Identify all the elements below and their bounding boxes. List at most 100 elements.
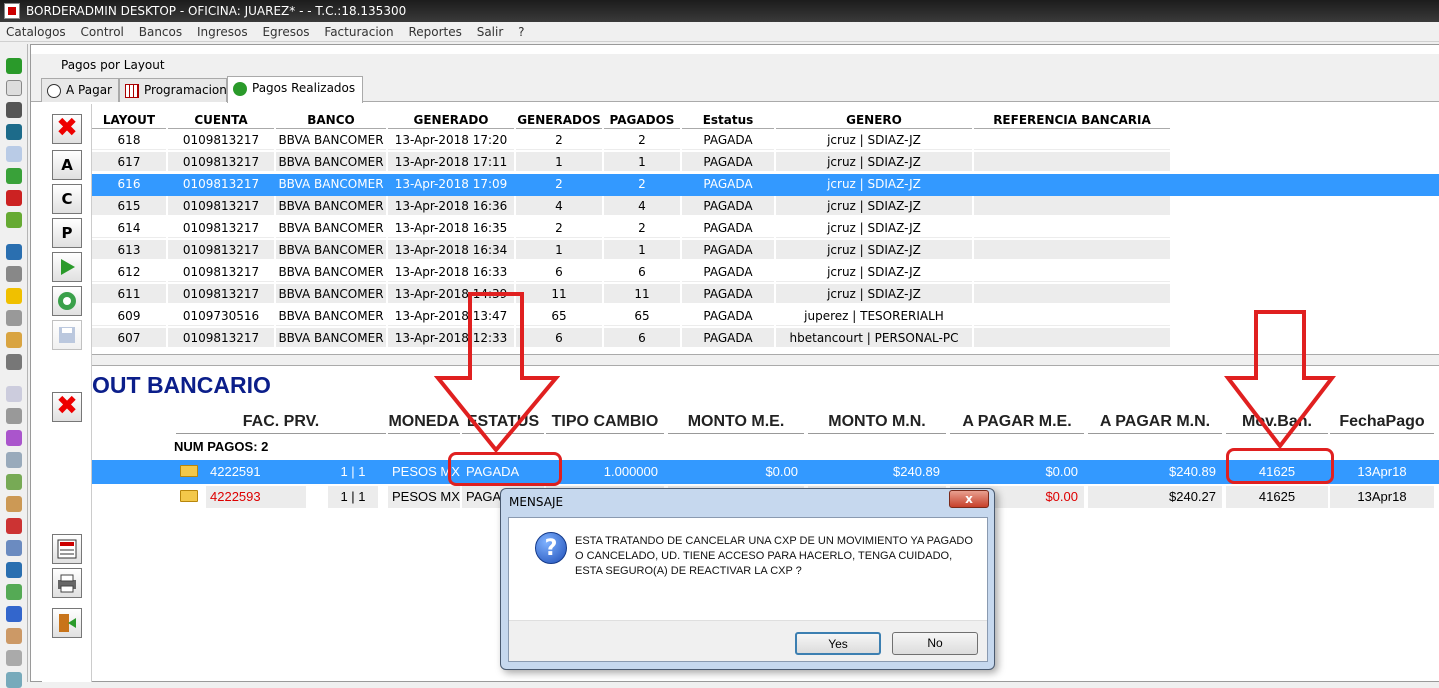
col-header-pagados[interactable]: PAGADOS bbox=[604, 111, 680, 129]
cube-icon[interactable] bbox=[6, 606, 22, 622]
report-icon[interactable] bbox=[6, 212, 22, 228]
printer-icon[interactable] bbox=[6, 650, 22, 666]
cell-generado: 13-Apr-2018 17:09 bbox=[388, 174, 514, 194]
cell-pagados: 6 bbox=[604, 328, 680, 348]
menu-control[interactable]: Control bbox=[75, 22, 129, 39]
yes-button[interactable]: Yes bbox=[795, 632, 881, 655]
chart-icon[interactable] bbox=[6, 244, 22, 260]
cell-moneda: PESOS MX bbox=[388, 486, 460, 508]
table-row[interactable]: 611 0109813217 BBVA BANCOMER 13-Apr-2018 14… bbox=[92, 284, 1439, 306]
col-header-referencia[interactable]: REFERENCIA BANCARIA bbox=[974, 111, 1170, 129]
app-icon bbox=[4, 3, 20, 19]
cell-movban: 41625 bbox=[1226, 486, 1328, 508]
col-header-generados[interactable]: GENERADOS bbox=[516, 111, 602, 129]
col-header-fac-prv[interactable]: FAC. PRV. bbox=[176, 410, 386, 434]
cell-generado: 13-Apr-2018 16:35 bbox=[388, 218, 514, 238]
delete-payment-button[interactable]: ✖ bbox=[52, 392, 82, 422]
cell-generado: 13-Apr-2018 14:39 bbox=[388, 284, 514, 304]
col-header-apagar-me[interactable]: A PAGAR M.E. bbox=[950, 410, 1084, 434]
menu-facturacion[interactable]: Facturacion bbox=[318, 22, 398, 39]
tab-strip: A Pagar Programacion Pagos Realizados bbox=[31, 76, 1439, 103]
exit-button[interactable] bbox=[52, 608, 82, 638]
tab-pagos-realizados[interactable]: Pagos Realizados bbox=[227, 76, 363, 103]
gear-icon[interactable] bbox=[6, 474, 22, 490]
dialog-close-button[interactable]: x bbox=[949, 490, 989, 508]
folder-icon[interactable] bbox=[6, 430, 22, 446]
splitter[interactable] bbox=[92, 354, 1439, 366]
refresh-button[interactable] bbox=[52, 286, 82, 316]
col-header-monto-me[interactable]: MONTO M.E. bbox=[668, 410, 804, 434]
col-header-monto-mn[interactable]: MONTO M.N. bbox=[808, 410, 946, 434]
tab-programacion[interactable]: Programacion bbox=[119, 78, 227, 102]
box-icon[interactable] bbox=[6, 332, 22, 348]
list-icon[interactable] bbox=[6, 540, 22, 556]
col-header-layout[interactable]: LAYOUT bbox=[92, 111, 166, 129]
cell-layout: 615 bbox=[92, 196, 166, 216]
table-row[interactable]: 613 0109813217 BBVA BANCOMER 13-Apr-2018 16… bbox=[92, 240, 1439, 262]
grid-icon[interactable] bbox=[6, 518, 22, 534]
menu-reportes[interactable]: Reportes bbox=[402, 22, 466, 39]
col-header-estatus[interactable]: ESTATUS bbox=[462, 410, 544, 434]
table-row[interactable]: 615 0109813217 BBVA BANCOMER 13-Apr-2018 16… bbox=[92, 196, 1439, 218]
chart2-icon[interactable] bbox=[6, 562, 22, 578]
formula-icon[interactable] bbox=[6, 80, 22, 96]
lock-icon[interactable] bbox=[6, 496, 22, 512]
menu-ingresos[interactable]: Ingresos bbox=[191, 22, 253, 39]
table-row[interactable]: 618 0109813217 BBVA BANCOMER 13-Apr-2018 17… bbox=[92, 130, 1439, 152]
user-icon[interactable] bbox=[6, 102, 22, 118]
a-button[interactable]: A bbox=[52, 150, 82, 180]
money-icon[interactable] bbox=[6, 58, 22, 74]
tab-a-pagar[interactable]: A Pagar bbox=[41, 78, 119, 102]
table-row[interactable]: 616 0109813217 BBVA BANCOMER 13-Apr-2018 17… bbox=[92, 174, 1439, 196]
save-button[interactable] bbox=[52, 320, 82, 350]
menu-help[interactable]: ? bbox=[512, 22, 529, 39]
delete-layout-button[interactable]: ✖ bbox=[52, 114, 82, 144]
no-button[interactable]: No bbox=[892, 632, 978, 655]
cell-apagar_mn: $240.27 bbox=[1088, 486, 1222, 508]
calc-icon[interactable] bbox=[6, 584, 22, 600]
table-row[interactable]: 617 0109813217 BBVA BANCOMER 13-Apr-2018 17… bbox=[92, 152, 1439, 174]
cell-estatus: PAGADA bbox=[682, 196, 774, 216]
scanner-icon[interactable] bbox=[6, 672, 22, 688]
document-icon[interactable] bbox=[6, 146, 22, 162]
col-header-apagar-mn[interactable]: A PAGAR M.N. bbox=[1088, 410, 1222, 434]
table-row[interactable]: 4222591 1 | 1 PESOS MX PAGADA 1.000000 $0.00 $… bbox=[92, 460, 1439, 484]
database-icon[interactable] bbox=[6, 408, 22, 424]
col-header-genero[interactable]: GENERO bbox=[776, 111, 972, 129]
col-header-banco[interactable]: BANCO bbox=[276, 111, 386, 129]
col-header-estatus[interactable]: Estatus bbox=[682, 111, 774, 129]
package-icon[interactable] bbox=[6, 628, 22, 644]
folder-icon[interactable] bbox=[180, 490, 198, 502]
truck-icon[interactable] bbox=[6, 354, 22, 370]
table-row[interactable]: 607 0109813217 BBVA BANCOMER 13-Apr-2018 12… bbox=[92, 328, 1439, 350]
col-header-fechapago[interactable]: FechaPago bbox=[1330, 410, 1434, 434]
p-button[interactable]: P bbox=[52, 218, 82, 248]
c-button[interactable]: C bbox=[52, 184, 82, 214]
menu-salir[interactable]: Salir bbox=[471, 22, 509, 39]
folder-icon[interactable] bbox=[180, 465, 198, 477]
menu-catalogos[interactable]: Catalogos bbox=[0, 22, 71, 39]
col-header-moneda[interactable]: MONEDA bbox=[388, 410, 460, 434]
formula2-icon[interactable] bbox=[6, 386, 22, 402]
calculator-icon[interactable] bbox=[6, 124, 22, 140]
report-button[interactable] bbox=[52, 534, 82, 564]
cell-generado: 13-Apr-2018 16:33 bbox=[388, 262, 514, 282]
pencil-icon[interactable] bbox=[6, 190, 22, 206]
coin-icon[interactable] bbox=[6, 288, 22, 304]
menu-bancos[interactable]: Bancos bbox=[133, 22, 187, 39]
cell-genero: jcruz | SDIAZ-JZ bbox=[776, 284, 972, 304]
col-header-generado[interactable]: GENERADO bbox=[388, 111, 514, 129]
col-header-tipo-cambio[interactable]: TIPO CAMBIO bbox=[546, 410, 664, 434]
play-button[interactable] bbox=[52, 252, 82, 282]
table-row[interactable]: 612 0109813217 BBVA BANCOMER 13-Apr-2018 16… bbox=[92, 262, 1439, 284]
pen-icon[interactable] bbox=[6, 266, 22, 282]
print-button[interactable] bbox=[52, 568, 82, 598]
table-row[interactable]: 614 0109813217 BBVA BANCOMER 13-Apr-2018 16… bbox=[92, 218, 1439, 240]
bag-icon[interactable] bbox=[6, 168, 22, 184]
col-header-cuenta[interactable]: CUENTA bbox=[168, 111, 274, 129]
table-row[interactable]: 609 0109730516 BBVA BANCOMER 13-Apr-2018 13… bbox=[92, 306, 1439, 328]
book-icon[interactable] bbox=[6, 310, 22, 326]
menu-egresos[interactable]: Egresos bbox=[256, 22, 314, 39]
col-header-movban[interactable]: Mov.Ban. bbox=[1226, 410, 1328, 434]
search-doc-icon[interactable] bbox=[6, 452, 22, 468]
